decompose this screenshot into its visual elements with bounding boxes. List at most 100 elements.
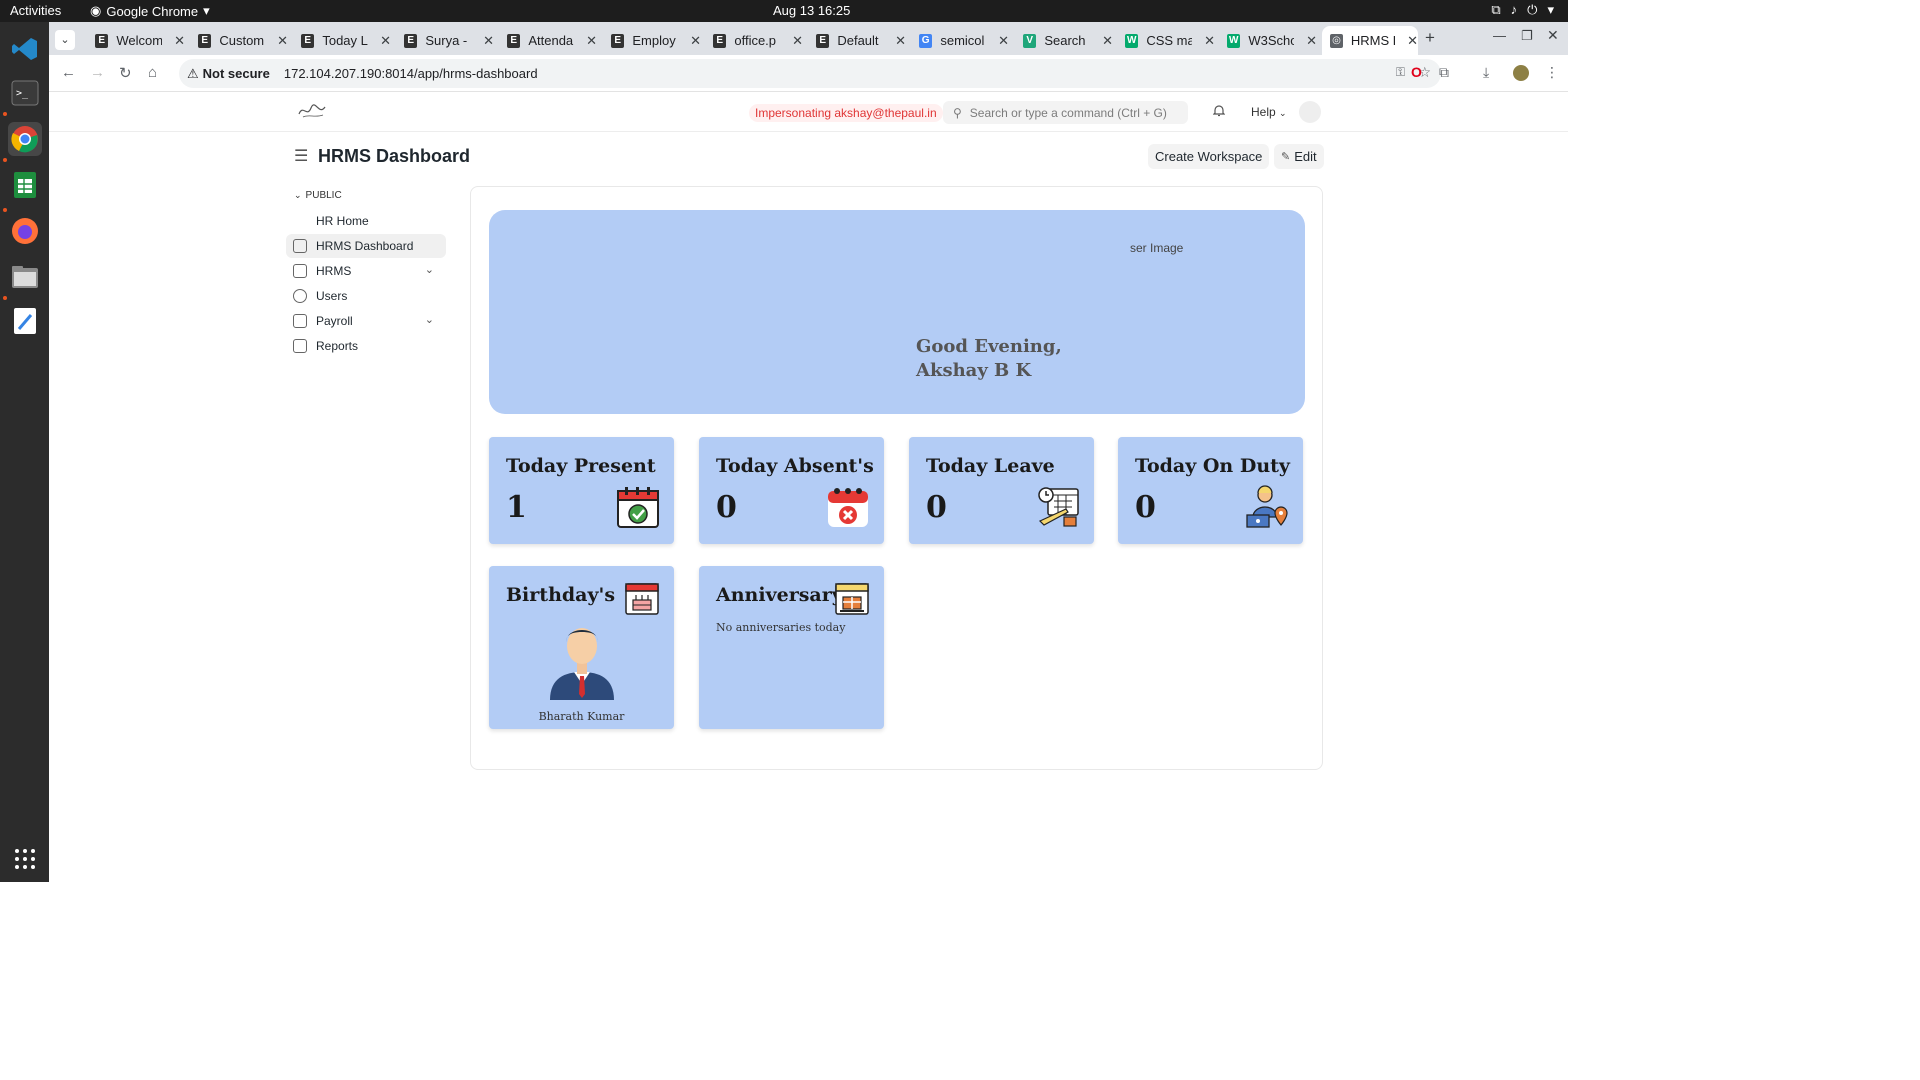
new-tab-button[interactable]: + bbox=[1425, 28, 1435, 48]
close-tab-icon[interactable]: ✕ bbox=[690, 33, 701, 49]
reload-icon[interactable]: ↻ bbox=[119, 64, 132, 82]
address-bar[interactable]: ⚠ Not secure 172.104.207.190:8014/app/hr… bbox=[179, 59, 1441, 88]
minimize-icon[interactable]: — bbox=[1493, 28, 1506, 43]
close-tab-icon[interactable]: ✕ bbox=[1407, 33, 1418, 49]
security-indicator[interactable]: ⚠ Not secure bbox=[187, 66, 270, 82]
text-editor-icon[interactable] bbox=[8, 304, 42, 338]
back-icon[interactable]: ← bbox=[61, 64, 76, 81]
card-title: Anniversary bbox=[716, 584, 843, 606]
card-title: Today Present bbox=[506, 455, 656, 477]
browser-tab[interactable]: ◎ HRMS D ✕ bbox=[1322, 26, 1418, 55]
dashboard-icon bbox=[293, 239, 307, 253]
sidebar: ⌄ PUBLIC HR Home HRMS Dashboard HRMS ⌄ U… bbox=[286, 190, 446, 358]
sidebar-item-reports[interactable]: Reports bbox=[286, 334, 446, 358]
sidebar-item-hr-home[interactable]: HR Home bbox=[286, 209, 446, 233]
close-tab-icon[interactable]: ✕ bbox=[792, 33, 803, 49]
today-on-duty-card[interactable]: Today On Duty 0 bbox=[1118, 437, 1303, 544]
vscode-icon[interactable] bbox=[8, 32, 42, 66]
browser-tab[interactable]: W W3Scho ✕ bbox=[1219, 26, 1317, 55]
network-icon: ⧉ bbox=[1491, 2, 1501, 17]
today-leave-card[interactable]: Today Leave 0 bbox=[909, 437, 1094, 544]
browser-tab[interactable]: E Custom ✕ bbox=[190, 26, 288, 55]
sidebar-toggle-icon[interactable]: ☰ bbox=[294, 146, 308, 166]
sidebar-item-payroll[interactable]: Payroll ⌄ bbox=[286, 309, 446, 333]
forward-icon[interactable]: → bbox=[90, 64, 105, 81]
clock[interactable]: Aug 13 16:25 bbox=[773, 3, 850, 18]
close-tab-icon[interactable]: ✕ bbox=[174, 33, 185, 49]
profile-avatar[interactable] bbox=[1513, 65, 1529, 81]
card-value: 0 bbox=[716, 490, 737, 525]
close-tab-icon[interactable]: ✕ bbox=[483, 33, 494, 49]
spreadsheet-icon[interactable] bbox=[8, 168, 42, 202]
chrome-icon: ◉ bbox=[90, 3, 102, 18]
browser-tab[interactable]: Gsemicol ✕ bbox=[911, 26, 1009, 55]
close-tab-icon[interactable]: ✕ bbox=[1306, 33, 1317, 49]
sidebar-item-hrms-dashboard[interactable]: HRMS Dashboard bbox=[286, 234, 446, 258]
notification-bell-icon[interactable] bbox=[1212, 104, 1226, 120]
browser-tab[interactable]: E Employ ✕ bbox=[603, 26, 701, 55]
close-tab-icon[interactable]: ✕ bbox=[277, 33, 288, 49]
close-tab-icon[interactable]: ✕ bbox=[998, 33, 1009, 49]
today-absent-card[interactable]: Today Absent's 0 bbox=[699, 437, 884, 544]
close-tab-icon[interactable]: ✕ bbox=[1204, 33, 1215, 49]
home-icon[interactable]: ⌂ bbox=[148, 64, 157, 81]
search-bar[interactable]: ⚲ Search or type a command (Ctrl + G) bbox=[943, 101, 1188, 124]
files-icon[interactable] bbox=[8, 260, 42, 294]
today-present-card[interactable]: Today Present 1 bbox=[489, 437, 674, 544]
anniversary-card[interactable]: Anniversary No anniversaries today bbox=[699, 566, 884, 729]
tab-title: semicol bbox=[940, 33, 985, 48]
tab-favicon-icon: E bbox=[507, 33, 521, 48]
edit-button[interactable]: ✎ Edit bbox=[1274, 144, 1324, 169]
browser-tab[interactable]: E Today L ✕ bbox=[293, 26, 391, 55]
sidebar-item-label: Payroll bbox=[316, 314, 353, 328]
sidebar-section-public[interactable]: ⌄ PUBLIC bbox=[294, 190, 446, 201]
opera-extension-icon[interactable]: O bbox=[1411, 64, 1422, 80]
create-workspace-button[interactable]: Create Workspace bbox=[1148, 144, 1270, 169]
tab-title: Today L bbox=[322, 33, 368, 48]
tab-title: Search bbox=[1044, 33, 1086, 48]
browser-tab[interactable]: W CSS ma ✕ bbox=[1117, 26, 1215, 55]
firefox-icon[interactable] bbox=[8, 214, 42, 248]
browser-tab[interactable]: E Attenda ✕ bbox=[499, 26, 597, 55]
close-tab-icon[interactable]: ✕ bbox=[380, 33, 391, 49]
sidebar-item-hrms[interactable]: HRMS ⌄ bbox=[286, 259, 446, 283]
greeting-text: Good Evening, Akshay B K bbox=[916, 335, 1062, 383]
browser-tab[interactable]: E Default ✕ bbox=[808, 26, 906, 55]
browser-tab[interactable]: V Search ✕ bbox=[1015, 26, 1113, 55]
close-tab-icon[interactable]: ✕ bbox=[895, 33, 906, 49]
os-top-bar: Activities ◉ Google Chrome ▾ Aug 13 16:2… bbox=[0, 0, 1568, 22]
activities-button[interactable]: Activities bbox=[10, 3, 61, 18]
restore-icon[interactable]: ❐ bbox=[1521, 28, 1533, 44]
company-logo[interactable] bbox=[297, 102, 327, 123]
key-icon[interactable]: ⚿ bbox=[1396, 65, 1405, 80]
tab-title: Custom bbox=[219, 33, 265, 48]
sidebar-item-users[interactable]: Users bbox=[286, 284, 446, 308]
download-icon[interactable]: ⤓ bbox=[1483, 64, 1489, 81]
app-menu[interactable]: ◉ Google Chrome ▾ bbox=[90, 3, 210, 19]
menu-kebab-icon[interactable]: ⋮ bbox=[1545, 64, 1559, 81]
tab-title: CSS ma bbox=[1146, 33, 1193, 48]
extensions-icon[interactable]: ⧉ bbox=[1439, 64, 1449, 81]
app-navbar: Impersonating akshay@thepaul.in ⚲ Search… bbox=[49, 92, 1568, 132]
caret-down-icon: ▾ bbox=[1547, 2, 1554, 17]
close-tab-icon[interactable]: ✕ bbox=[586, 33, 597, 49]
chevron-down-icon[interactable]: ⌄ bbox=[425, 313, 434, 326]
chevron-down-icon[interactable]: ⌄ bbox=[425, 263, 434, 276]
user-avatar[interactable] bbox=[1299, 101, 1321, 123]
app-grid-icon[interactable] bbox=[8, 842, 42, 876]
system-tray[interactable]: ⧉ ♪ ⏻ ▾ bbox=[1491, 2, 1554, 18]
browser-tab[interactable]: E Surya - ✕ bbox=[396, 26, 494, 55]
help-dropdown[interactable]: Help ⌄ bbox=[1251, 105, 1287, 119]
close-tab-icon[interactable]: ✕ bbox=[1102, 33, 1113, 49]
birthdays-card[interactable]: Birthday's Bharath Kumar bbox=[489, 566, 674, 729]
chrome-dock-icon[interactable] bbox=[8, 122, 42, 156]
users-icon bbox=[293, 289, 307, 303]
reports-icon bbox=[293, 339, 307, 353]
search-input[interactable]: Search or type a command (Ctrl + G) bbox=[970, 106, 1167, 120]
close-window-icon[interactable]: ✕ bbox=[1547, 27, 1559, 44]
terminal-icon[interactable]: >_ bbox=[8, 76, 42, 110]
browser-tab[interactable]: E Welcom ✕ bbox=[87, 26, 185, 55]
sidebar-item-label: HRMS bbox=[316, 264, 352, 278]
tab-search-icon[interactable]: ⌄ bbox=[55, 30, 75, 50]
browser-tab[interactable]: Eoffice.p ✕ bbox=[705, 26, 803, 55]
